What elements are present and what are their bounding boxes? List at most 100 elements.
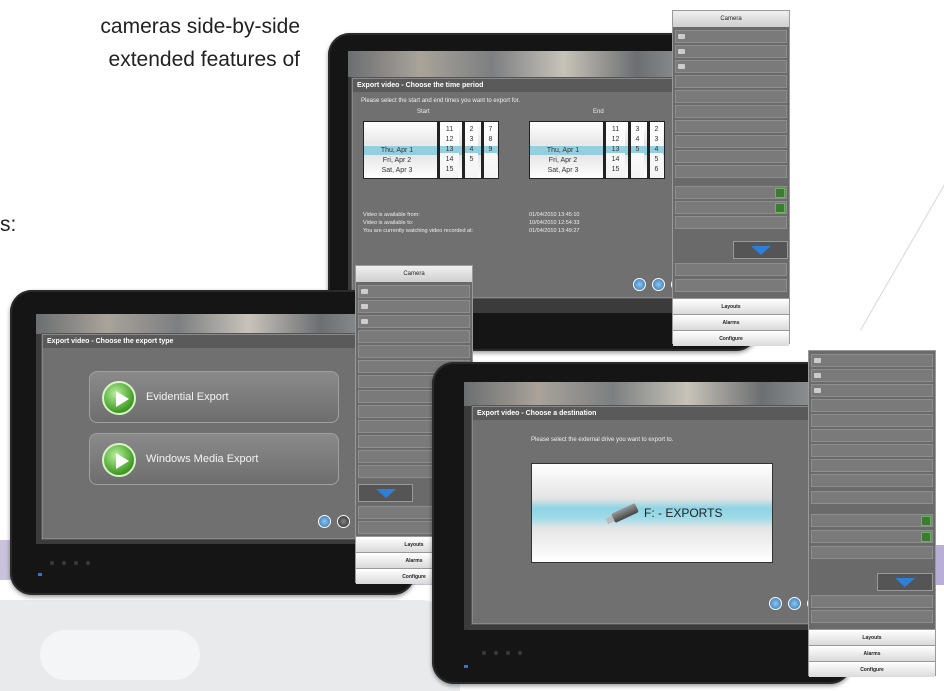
camera-list-item[interactable] <box>358 315 470 328</box>
camera-list-item[interactable] <box>675 279 787 292</box>
play-icon <box>102 443 136 477</box>
picker-hour: 11 <box>445 126 454 133</box>
evidential-export-label: Evidential Export <box>146 391 229 403</box>
play-icon[interactable] <box>921 516 931 526</box>
camera-list-item[interactable] <box>811 354 933 367</box>
camera-list-item[interactable] <box>675 30 787 43</box>
picker-hour: 15 <box>611 166 620 173</box>
layouts-button[interactable]: Layouts <box>673 298 789 314</box>
camera-list-item[interactable] <box>811 514 933 527</box>
camera-list-item[interactable] <box>811 610 933 623</box>
second-column[interactable]: 2 3 4 5 6 <box>647 122 663 178</box>
play-icon[interactable] <box>775 188 785 198</box>
alarms-button[interactable]: Alarms <box>673 314 789 330</box>
camera-list-item[interactable] <box>811 399 933 412</box>
previous-button[interactable] <box>318 515 331 528</box>
picker-day: Fri, Apr 2 <box>382 157 412 164</box>
camera-list-item[interactable] <box>811 491 933 504</box>
camera-list-item[interactable] <box>811 474 933 487</box>
minute-column[interactable]: 3 4 5 <box>628 122 644 178</box>
picker-second: 4 <box>650 146 663 153</box>
decor-line <box>860 174 944 331</box>
camera-list-item[interactable] <box>675 186 787 199</box>
picker-minute: 5 <box>469 156 474 163</box>
camera-strip <box>348 51 708 77</box>
export-destination-dialog: Export video - Choose a destination Plea… <box>472 406 830 624</box>
camera-list-item[interactable] <box>358 330 470 343</box>
configure-button[interactable]: Configure <box>809 661 935 677</box>
camera-list-item[interactable] <box>675 201 787 214</box>
previous-button[interactable] <box>769 597 782 610</box>
map-background-shape <box>40 630 200 680</box>
minute-column[interactable]: 2 3 4 5 <box>462 122 478 178</box>
configure-button[interactable]: Configure <box>673 330 789 346</box>
camera-list-item[interactable] <box>675 105 787 118</box>
camera-icon <box>361 289 368 294</box>
alarms-button[interactable]: Alarms <box>809 645 935 661</box>
picker-hour: 12 <box>611 136 620 143</box>
layouts-button[interactable]: Layouts <box>809 629 935 645</box>
dialog-title: Export video - Choose the export type <box>43 335 376 348</box>
camera-list-item[interactable] <box>358 285 470 298</box>
hour-column[interactable]: 11 12 13 14 15 <box>603 122 625 178</box>
camera-icon <box>814 358 821 363</box>
picker-second: 3 <box>654 136 659 143</box>
camera-side-panel-top: Camera Layouts Alarms Configure <box>672 10 790 346</box>
camera-list-item[interactable] <box>675 60 787 73</box>
start-date-picker[interactable]: Thu, Apr 1 Fri, Apr 2 Sat, Apr 3 11 12 1… <box>363 121 499 179</box>
camera-list-item[interactable] <box>675 75 787 88</box>
camera-list-item[interactable] <box>811 459 933 472</box>
info-value: 01/04/2010 13:45:10 <box>529 212 580 218</box>
evidential-export-button[interactable]: Evidential Export <box>89 371 339 423</box>
camera-list-item[interactable] <box>675 150 787 163</box>
picker-day: Thu, Apr 1 <box>380 147 414 154</box>
monitor-right: Export video - Choose a destination Plea… <box>432 362 852 684</box>
dialog-instruction: Please select the start and end times yo… <box>361 98 521 104</box>
camera-list-item[interactable] <box>811 530 933 543</box>
camera-list-item[interactable] <box>675 45 787 58</box>
external-drive-option[interactable]: F: - EXPORTS <box>531 463 773 563</box>
picker-hour: 13 <box>440 146 459 153</box>
info-label: Video is available from: <box>363 212 420 218</box>
scroll-down-button[interactable] <box>733 241 788 259</box>
dialog-title: Export video - Choose a destination <box>473 407 829 420</box>
picker-minute: 2 <box>469 126 474 133</box>
camera-list-item[interactable] <box>811 595 933 608</box>
next-button[interactable] <box>652 278 665 291</box>
windows-media-export-button[interactable]: Windows Media Export <box>89 433 339 485</box>
camera-list-item[interactable] <box>675 165 787 178</box>
camera-list-item[interactable] <box>811 384 933 397</box>
usb-drive-icon <box>611 502 639 524</box>
camera-icon <box>814 373 821 378</box>
play-icon[interactable] <box>775 203 785 213</box>
next-button[interactable] <box>788 597 801 610</box>
camera-list-item[interactable] <box>811 414 933 427</box>
picker-second: 5 <box>654 156 659 163</box>
camera-list-item[interactable] <box>811 546 933 559</box>
camera-list-item[interactable] <box>675 216 787 229</box>
camera-list-item[interactable] <box>675 135 787 148</box>
scroll-down-button[interactable] <box>877 573 933 591</box>
camera-list-item[interactable] <box>358 345 470 358</box>
scroll-down-button[interactable] <box>358 484 413 502</box>
camera-list-item[interactable] <box>675 120 787 133</box>
second-column[interactable]: 7 8 9 <box>481 122 497 178</box>
picker-hour: 14 <box>445 156 454 163</box>
dialog-title: Export video - Choose the time period <box>353 79 691 92</box>
camera-list-item[interactable] <box>358 300 470 313</box>
next-button[interactable] <box>337 515 350 528</box>
picker-hour: 12 <box>445 136 454 143</box>
camera-list-item[interactable] <box>811 369 933 382</box>
arrow-down-icon <box>895 578 915 587</box>
camera-icon <box>678 49 685 54</box>
end-date-picker[interactable]: Thu, Apr 1 Fri, Apr 2 Sat, Apr 3 11 12 1… <box>529 121 665 179</box>
camera-list-item[interactable] <box>675 263 787 276</box>
play-icon[interactable] <box>921 532 931 542</box>
picker-minute: 5 <box>631 146 644 153</box>
start-label: Start <box>417 109 430 115</box>
camera-list-item[interactable] <box>811 429 933 442</box>
camera-list-item[interactable] <box>811 444 933 457</box>
camera-list-item[interactable] <box>675 90 787 103</box>
previous-button[interactable] <box>633 278 646 291</box>
hour-column[interactable]: 11 12 13 14 15 <box>437 122 459 178</box>
